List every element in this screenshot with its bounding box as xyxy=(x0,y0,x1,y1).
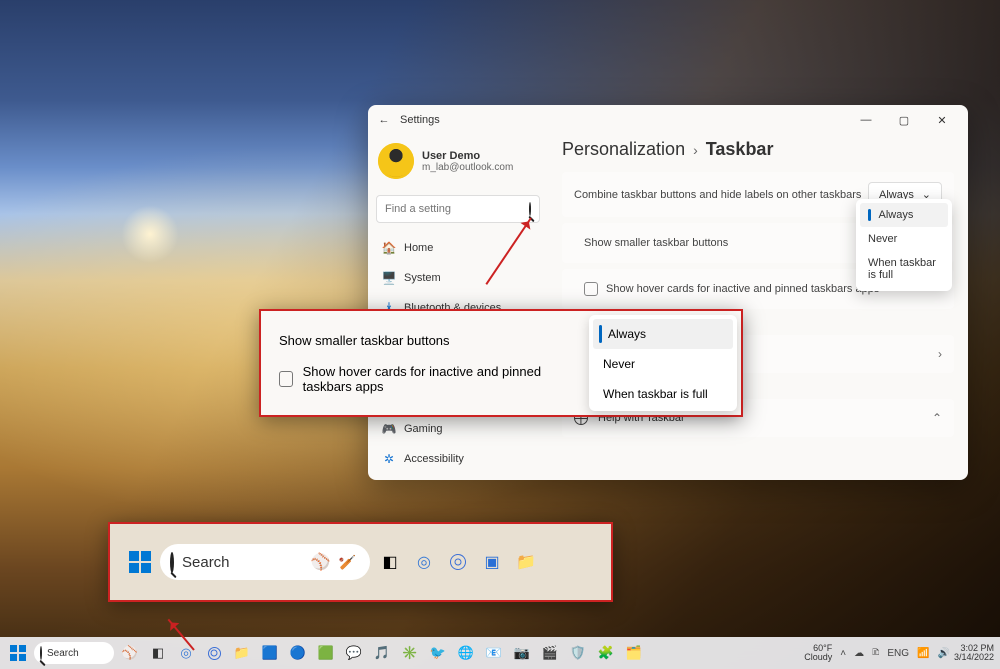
avatar xyxy=(378,143,414,179)
zoom-start-button[interactable] xyxy=(126,548,154,576)
search-icon xyxy=(170,554,174,571)
dropdown-option-full[interactable]: When taskbar is full xyxy=(860,251,948,287)
accessibility-icon: ✲ xyxy=(382,452,396,466)
onedrive-icon[interactable]: ☁ xyxy=(854,648,864,659)
user-block[interactable]: User Demo m_lab@outlook.com xyxy=(378,143,540,179)
maximize-button[interactable]: ▢ xyxy=(886,108,922,132)
chevron-right-icon: › xyxy=(693,142,698,158)
baseball-icon: ⚾ xyxy=(311,552,331,572)
hover-checkbox[interactable] xyxy=(584,282,598,296)
taskbar-explorer-icon[interactable]: 📁 xyxy=(230,641,254,665)
taskbar-app-icon[interactable]: 🐦 xyxy=(426,641,450,665)
close-button[interactable]: ✕ xyxy=(924,108,960,132)
zoom-hover-row[interactable]: Show hover cards for inactive and pinned… xyxy=(279,364,571,394)
bat-icon: 🏏 xyxy=(339,554,356,571)
zoom-option-always[interactable]: Always xyxy=(593,319,733,349)
dropdown-option-always[interactable]: Always xyxy=(860,203,948,227)
wifi-icon[interactable]: 📶 xyxy=(917,648,929,659)
taskbar-app-icon[interactable]: 🌐 xyxy=(454,641,478,665)
zoom-label-hover: Show hover cards for inactive and pinned… xyxy=(303,364,571,394)
gaming-icon: 🎮 xyxy=(382,422,396,436)
taskbar-settings-icon[interactable] xyxy=(202,641,226,665)
sidebar-item-gaming[interactable]: 🎮Gaming xyxy=(376,416,540,442)
taskbar-app-icon[interactable]: 🔵 xyxy=(286,641,310,665)
tray-chevron-icon[interactable]: ˄ xyxy=(840,648,846,659)
system-icon: 🖥️ xyxy=(382,271,396,285)
taskbar-app-icon[interactable]: 🎵 xyxy=(370,641,394,665)
breadcrumb-current: Taskbar xyxy=(706,139,774,160)
search-input[interactable] xyxy=(385,203,529,215)
zoom-taskview-icon[interactable]: ◧ xyxy=(376,548,404,576)
taskbar-app-icon[interactable]: 🎬 xyxy=(538,641,562,665)
chevron-right-icon: › xyxy=(938,347,942,361)
zoom-option-full[interactable]: When taskbar is full xyxy=(593,379,733,409)
zoom-option-never[interactable]: Never xyxy=(593,349,733,379)
taskbar-app-icon[interactable]: 🟩 xyxy=(314,641,338,665)
zoom-copilot-icon[interactable]: ◎ xyxy=(410,548,438,576)
sidebar: User Demo m_lab@outlook.com 🏠Home 🖥️Syst… xyxy=(368,135,548,480)
search-icon xyxy=(40,647,42,659)
taskbar-taskview-icon[interactable]: ◧ xyxy=(146,641,170,665)
taskbar-weather[interactable]: 60°F Cloudy xyxy=(804,644,832,662)
settings-window: ← Settings — ▢ ✕ User Demo m_lab@outlook… xyxy=(368,105,968,480)
taskbar-app-icon[interactable]: 📷 xyxy=(510,641,534,665)
chevron-up-icon: ⌃ xyxy=(932,411,942,425)
user-name: User Demo xyxy=(422,150,513,162)
back-button[interactable]: ← xyxy=(376,114,392,126)
zoom-label-smaller: Show smaller taskbar buttons xyxy=(279,333,571,348)
app-title: Settings xyxy=(400,114,440,126)
zoom-search-text: Search xyxy=(182,554,303,571)
zoom-explorer-icon[interactable]: 📁 xyxy=(512,548,540,576)
zoom-hover-checkbox[interactable] xyxy=(279,371,293,387)
zoom-search-pill[interactable]: Search ⚾ 🏏 xyxy=(160,544,370,580)
taskbar-app-icon[interactable]: 🧩 xyxy=(594,641,618,665)
taskbar-app-icon[interactable]: 🛡️ xyxy=(566,641,590,665)
window-titlebar: ← Settings — ▢ ✕ xyxy=(368,105,968,135)
start-button[interactable] xyxy=(6,641,30,665)
breadcrumb-parent[interactable]: Personalization xyxy=(562,139,685,160)
home-icon: 🏠 xyxy=(382,241,396,255)
taskbar-search[interactable]: Search xyxy=(34,642,114,664)
taskbar-copilot-icon[interactable]: ◎ xyxy=(174,641,198,665)
setting-label: Combine taskbar buttons and hide labels … xyxy=(574,189,868,201)
taskbar-app-icon[interactable]: 💬 xyxy=(342,641,366,665)
main-panel: Personalization › Taskbar Combine taskba… xyxy=(548,135,968,480)
system-tray[interactable]: ˄ ☁ 🗈 ENG 📶 🔊 xyxy=(840,645,950,662)
taskbar-app-icon[interactable]: 🗂️ xyxy=(622,641,646,665)
battery-icon[interactable]: 🗈 xyxy=(872,645,879,662)
zoom-store-icon[interactable]: ▣ xyxy=(478,548,506,576)
taskbar-app-icon[interactable]: ✳️ xyxy=(398,641,422,665)
windows-logo-icon xyxy=(10,645,26,661)
zoom-callout-taskbar: Search ⚾ 🏏 ◧ ◎ ▣ 📁 xyxy=(108,522,613,602)
sidebar-item-accessibility[interactable]: ✲Accessibility xyxy=(376,446,540,472)
zoom-dropdown: Always Never When taskbar is full xyxy=(589,315,737,411)
user-email: m_lab@outlook.com xyxy=(422,162,513,173)
windows-logo-icon xyxy=(129,551,151,573)
taskbar-baseball-icon[interactable]: ⚾ xyxy=(118,641,142,665)
breadcrumb: Personalization › Taskbar xyxy=(562,139,954,160)
zoom-settings-icon[interactable] xyxy=(444,548,472,576)
taskbar-search-text: Search xyxy=(47,648,79,659)
taskbar: Search ⚾ ◧ ◎ 📁 🟦 🔵 🟩 💬 🎵 ✳️ 🐦 🌐 📧 📷 🎬 🛡️… xyxy=(0,637,1000,669)
taskbar-clock[interactable]: 3:02 PM 3/14/2022 xyxy=(954,644,994,662)
smaller-buttons-dropdown: Always Never When taskbar is full xyxy=(856,199,952,291)
taskbar-app-icon[interactable]: 📧 xyxy=(482,641,506,665)
taskbar-app-icon[interactable]: 🟦 xyxy=(258,641,282,665)
search-icon xyxy=(529,203,531,215)
dropdown-option-never[interactable]: Never xyxy=(860,227,948,251)
search-field[interactable] xyxy=(376,195,540,223)
sidebar-item-system[interactable]: 🖥️System xyxy=(376,265,540,291)
language-indicator[interactable]: ENG xyxy=(887,648,909,659)
volume-icon[interactable]: 🔊 xyxy=(938,648,950,659)
zoom-callout-settings: Show smaller taskbar buttons Show hover … xyxy=(259,309,743,417)
minimize-button[interactable]: — xyxy=(848,108,884,132)
